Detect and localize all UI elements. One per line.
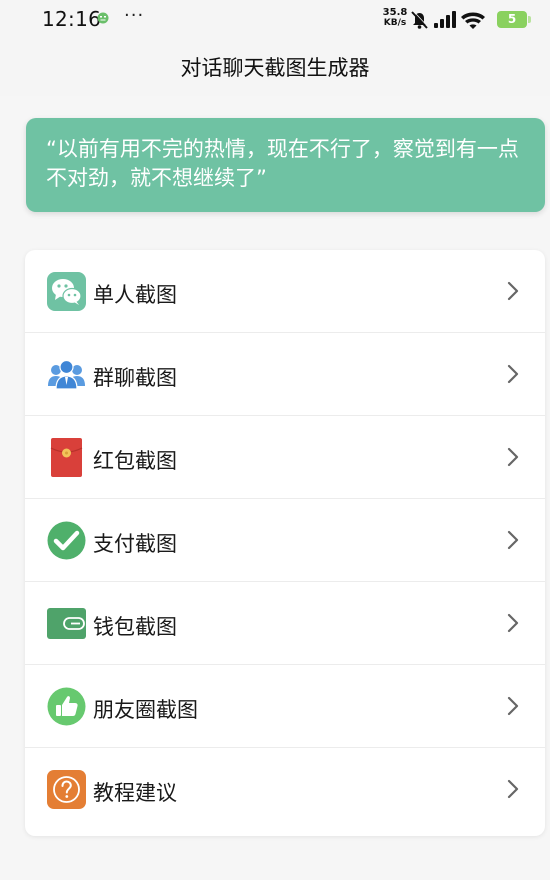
menu-item-moments[interactable]: 朋友圈截图 <box>25 665 545 748</box>
chevron-right-icon <box>507 281 519 301</box>
chevron-right-icon <box>507 447 519 467</box>
face-icon <box>97 12 109 24</box>
menu-item-wallet[interactable]: 钱包截图 <box>25 582 545 665</box>
question-icon <box>47 770 86 809</box>
menu-item-label: 教程建议 <box>93 781 177 805</box>
chevron-right-icon <box>507 696 519 716</box>
menu-item-label: 朋友圈截图 <box>93 698 198 722</box>
chevron-right-icon <box>507 613 519 633</box>
status-dots: ··· <box>124 5 145 26</box>
wechat-icon <box>47 272 86 311</box>
menu-item-label: 支付截图 <box>93 532 177 556</box>
title-bar: 对话聊天截图生成器 <box>0 40 550 96</box>
menu-item-tutorial[interactable]: 教程建议 <box>25 748 545 831</box>
thumbs-up-icon <box>47 687 86 726</box>
wifi-icon <box>461 12 485 29</box>
signal-icon <box>434 11 456 28</box>
chevron-right-icon <box>507 364 519 384</box>
battery-level: 5 <box>507 12 517 26</box>
status-bar: 12:16 ··· 35.8 KB/s 5 <box>0 0 550 40</box>
status-icons <box>411 10 485 29</box>
quote-text: “以前有用不完的热情，现在不行了，察觉到有一点不对劲，就不想继续了” <box>46 137 519 190</box>
quote-card: “以前有用不完的热情，现在不行了，察觉到有一点不对劲，就不想继续了” <box>26 118 545 212</box>
battery-icon: 5 <box>497 11 531 28</box>
menu-item-label: 钱包截图 <box>93 615 177 639</box>
red-packet-icon <box>47 438 86 477</box>
menu-item-payment[interactable]: 支付截图 <box>25 499 545 582</box>
menu-item-group-chat[interactable]: 群聊截图 <box>25 333 545 416</box>
network-speed-unit: KB/s <box>383 18 407 28</box>
page-title: 对话聊天截图生成器 <box>180 56 370 80</box>
network-speed-value: 35.8 <box>382 7 408 18</box>
group-icon <box>47 355 86 394</box>
mute-bell-icon <box>411 10 429 29</box>
menu-item-label: 红包截图 <box>93 449 177 473</box>
menu-item-label: 单人截图 <box>93 283 177 307</box>
network-speed: 35.8 KB/s <box>381 7 409 29</box>
payment-check-icon <box>47 521 86 560</box>
menu-item-label: 群聊截图 <box>93 366 177 390</box>
chevron-right-icon <box>507 779 519 799</box>
status-time: 12:16 <box>42 7 102 31</box>
menu-list: 单人截图 群聊截图 红包截图 支付截图 钱包截图 朋友圈截图 教程建议 <box>25 250 545 836</box>
menu-item-single-chat[interactable]: 单人截图 <box>25 250 545 333</box>
wallet-icon <box>47 604 86 643</box>
chevron-right-icon <box>507 530 519 550</box>
menu-item-red-packet[interactable]: 红包截图 <box>25 416 545 499</box>
